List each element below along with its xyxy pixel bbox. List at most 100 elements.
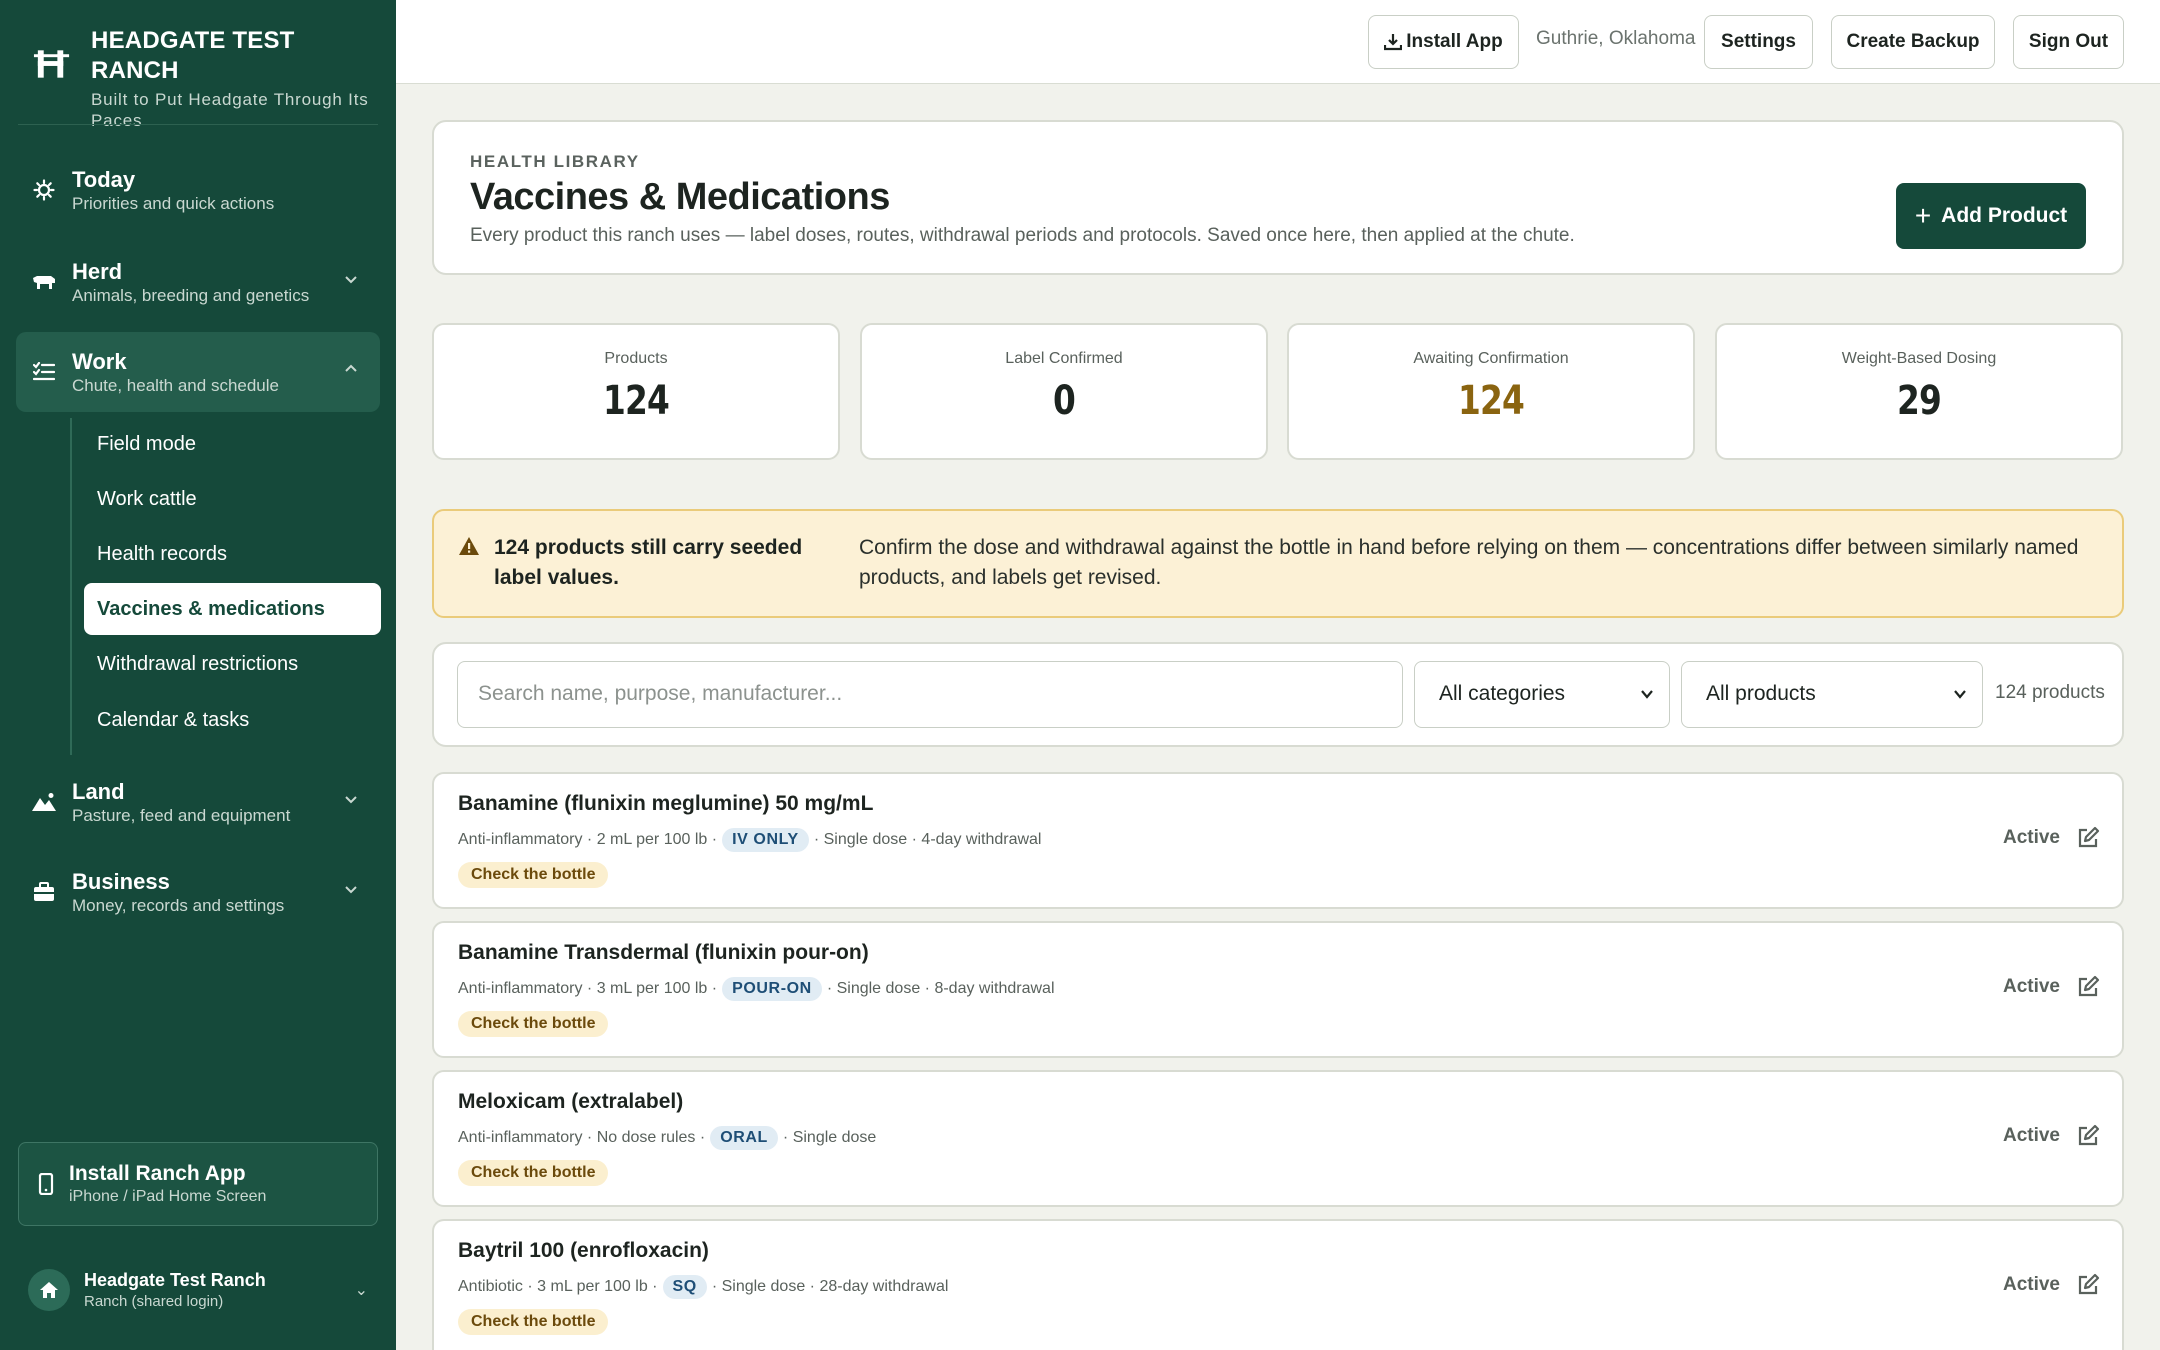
status-select[interactable]: All products — [1681, 661, 1983, 728]
top-bar: Install App Guthrie, Oklahoma Settings C… — [396, 0, 2160, 84]
edit-icon[interactable] — [2076, 1273, 2100, 1297]
product-meta: Anti-inflammatory · 2 mL per 100 lb · IV… — [458, 826, 1041, 854]
add-product-label: Add Product — [1941, 204, 2068, 227]
download-icon — [1384, 34, 1403, 51]
stat-value: 124 — [1457, 378, 1525, 424]
seeded-values-alert: 124 products still carry seeded label va… — [432, 509, 2124, 618]
caret-down-icon: ⌄ — [354, 1282, 368, 1299]
nav-land-title: Land — [72, 778, 125, 804]
chevron-down-icon — [345, 796, 357, 804]
nav-business-sub: Money, records and settings — [72, 895, 285, 915]
product-status: Active — [2002, 1274, 2060, 1295]
stat-label: Weight-Based Dosing — [1841, 350, 1997, 367]
plus-icon: + — [1914, 200, 1932, 231]
nav-work[interactable]: Work Chute, health and schedule — [16, 332, 380, 412]
nav-today[interactable]: Today Priorities and quick actions — [16, 150, 380, 230]
product-name: Baytril 100 (enrofloxacin) — [458, 1239, 709, 1262]
category-select[interactable]: All categories — [1414, 661, 1670, 728]
search-input[interactable]: Search name, purpose, manufacturer... — [457, 661, 1403, 728]
product-status: Active — [2002, 827, 2060, 848]
product-row[interactable]: Meloxicam (extralabel) Anti-inflammatory… — [432, 1070, 2124, 1207]
product-name: Banamine (flunixin meglumine) 50 mg/mL — [458, 792, 874, 815]
chevron-down-icon — [345, 886, 357, 894]
nav-today-title: Today — [72, 166, 136, 192]
product-status: Active — [2002, 1125, 2060, 1146]
product-name: Meloxicam (extralabel) — [458, 1090, 684, 1113]
sub-calendar-tasks[interactable]: Calendar & tasks — [84, 694, 381, 746]
sub-vaccines-medications[interactable]: Vaccines & medications — [84, 583, 381, 635]
stat-label: Products — [604, 350, 668, 367]
page-title: Vaccines & Medications — [470, 176, 890, 218]
add-product-button[interactable]: + Add Product — [1896, 183, 2086, 249]
route-badge: SQ — [662, 1275, 707, 1299]
sub-health-records[interactable]: Health records — [84, 528, 381, 580]
product-count: 124 products — [1995, 682, 2105, 703]
alert-message: Confirm the dose and withdrawal against … — [859, 536, 2079, 589]
nav-land[interactable]: Land Pasture, feed and equipment — [16, 762, 380, 842]
headgate-logo-icon — [33, 50, 70, 78]
edit-icon[interactable] — [2076, 975, 2100, 999]
cow-icon — [30, 268, 58, 296]
home-icon — [28, 1269, 70, 1311]
stat-value: 29 — [1896, 378, 1942, 424]
nav-land-sub: Pasture, feed and equipment — [72, 805, 291, 825]
product-meta: Antibiotic · 3 mL per 100 lb · SQ · Sing… — [458, 1273, 948, 1301]
account-name: Headgate Test Ranch — [84, 1270, 266, 1290]
chevron-down-icon — [1641, 690, 1653, 699]
warning-icon — [459, 537, 479, 555]
nav-work-sub: Chute, health and schedule — [72, 375, 279, 395]
stat-value: 0 — [1052, 378, 1076, 424]
route-badge: IV ONLY — [722, 828, 809, 852]
page-eyebrow: HEALTH LIBRARY — [470, 152, 640, 171]
briefcase-icon — [30, 878, 58, 906]
alert-headline: 124 products still carry seeded label va… — [494, 536, 803, 589]
product-meta: Anti-inflammatory · 3 mL per 100 lb · PO… — [458, 975, 1055, 1003]
page-header-card: HEALTH LIBRARY Vaccines & Medications Ev… — [432, 120, 2124, 275]
stat-weight-based-dosing: Weight-Based Dosing 29 — [1715, 323, 2123, 460]
brand[interactable]: HEADGATE TEST RANCH Built to Put Headgat… — [32, 26, 382, 131]
chevron-down-icon — [345, 276, 357, 284]
product-meta-text: Antibiotic · 3 mL per 100 lb · — [458, 1278, 658, 1295]
product-meta-text: Anti-inflammatory · 2 mL per 100 lb · — [458, 831, 718, 848]
mountain-icon — [30, 788, 58, 816]
stat-awaiting-confirmation: Awaiting Confirmation 124 — [1287, 323, 1695, 460]
install-app-label: Install App — [1406, 31, 1503, 52]
install-app-button[interactable]: Install App — [1368, 15, 1519, 69]
product-row[interactable]: Banamine Transdermal (flunixin pour-on) … — [432, 921, 2124, 1058]
account-switcher[interactable]: Headgate Test Ranch Ranch (shared login)… — [28, 1266, 368, 1314]
check-bottle-badge: Check the bottle — [458, 1160, 609, 1186]
ranch-location: Guthrie, Oklahoma — [1536, 28, 1696, 49]
edit-icon[interactable] — [2076, 826, 2100, 850]
settings-button[interactable]: Settings — [1704, 15, 1813, 69]
sun-gear-icon — [30, 176, 58, 204]
phone-icon — [38, 1173, 54, 1195]
nav-herd[interactable]: Herd Animals, breeding and genetics — [16, 242, 380, 322]
sign-out-button[interactable]: Sign Out — [2013, 15, 2124, 69]
install-card-title: Install Ranch App — [69, 1162, 246, 1185]
ranch-name: HEADGATE TEST RANCH — [91, 27, 295, 84]
edit-icon[interactable] — [2076, 1124, 2100, 1148]
install-ranch-app-card[interactable]: Install Ranch App iPhone / iPad Home Scr… — [18, 1142, 378, 1226]
nav-business-title: Business — [72, 868, 170, 894]
stat-label: Label Confirmed — [1005, 350, 1123, 367]
check-bottle-badge: Check the bottle — [458, 862, 609, 888]
stat-label: Awaiting Confirmation — [1413, 350, 1569, 367]
category-select-value: All categories — [1439, 682, 1566, 705]
product-status: Active — [2002, 976, 2060, 997]
sub-field-mode[interactable]: Field mode — [84, 418, 381, 470]
check-bottle-badge: Check the bottle — [458, 1011, 609, 1037]
product-row[interactable]: Baytril 100 (enrofloxacin) Antibiotic · … — [432, 1219, 2124, 1350]
product-meta-text: · Single dose · 8-day withdrawal — [826, 980, 1055, 997]
checklist-icon — [30, 358, 58, 386]
divider — [18, 124, 378, 125]
chevron-up-icon — [345, 364, 357, 372]
product-meta: Anti-inflammatory · No dose rules · ORAL… — [458, 1124, 876, 1152]
sub-withdrawal-restrictions[interactable]: Withdrawal restrictions — [84, 638, 381, 690]
product-name: Banamine Transdermal (flunixin pour-on) — [458, 941, 869, 964]
nav-business[interactable]: Business Money, records and settings — [16, 852, 380, 932]
create-backup-button[interactable]: Create Backup — [1831, 15, 1995, 69]
product-row[interactable]: Banamine (flunixin meglumine) 50 mg/mL A… — [432, 772, 2124, 909]
check-bottle-badge: Check the bottle — [458, 1309, 609, 1335]
sidebar: HEADGATE TEST RANCH Built to Put Headgat… — [0, 0, 396, 1350]
sub-work-cattle[interactable]: Work cattle — [84, 473, 381, 525]
